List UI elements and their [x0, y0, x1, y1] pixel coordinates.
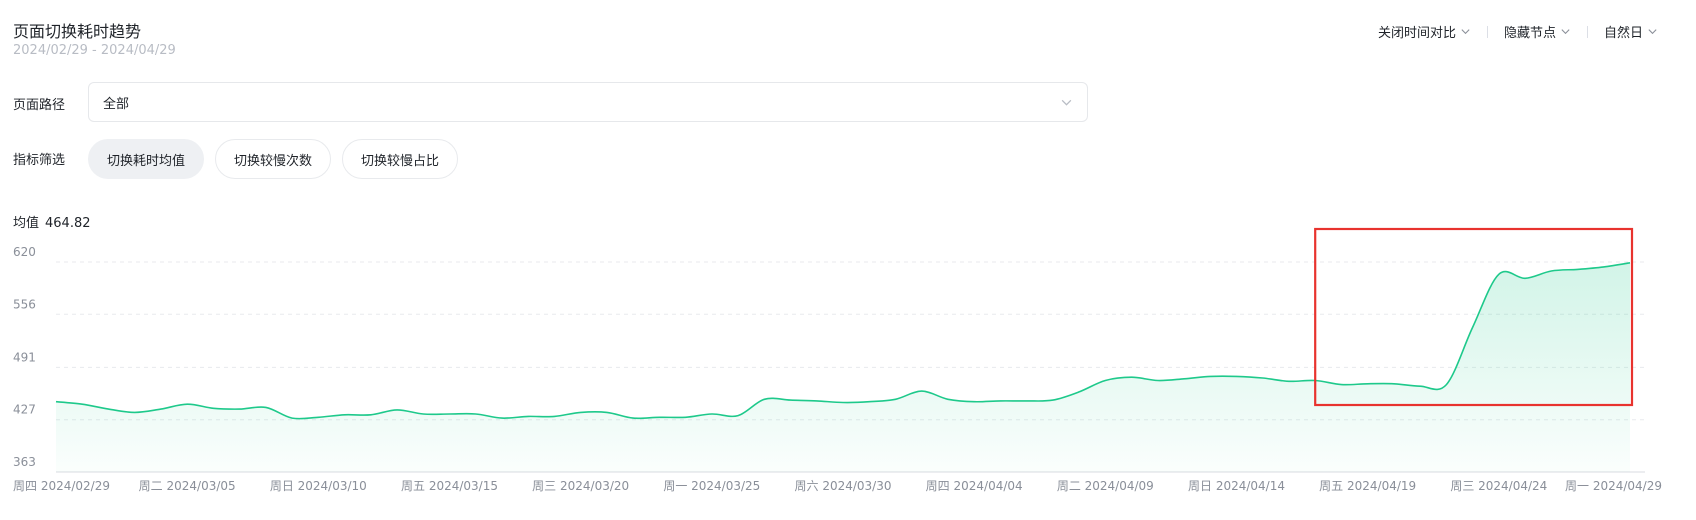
- x-tick-label: 周一 2024/03/25: [663, 479, 760, 493]
- x-tick-label: 周日 2024/03/10: [270, 479, 367, 493]
- x-tick-label: 周五 2024/03/15: [401, 479, 498, 493]
- x-tick-label: 周三 2024/03/20: [532, 479, 629, 493]
- x-tick-label: 周日 2024/04/14: [1188, 479, 1285, 493]
- x-tick-label: 周二 2024/03/05: [139, 479, 236, 493]
- y-tick-label: 363: [13, 455, 36, 469]
- y-tick-label: 427: [13, 403, 36, 417]
- x-tick-label: 周四 2024/02/29: [13, 479, 110, 493]
- x-tick-label: 周五 2024/04/19: [1319, 479, 1416, 493]
- x-tick-label: 周四 2024/04/04: [926, 479, 1023, 493]
- x-tick-label: 周三 2024/04/24: [1450, 479, 1547, 493]
- y-tick-label: 620: [13, 245, 36, 259]
- trend-chart: 620 556 491 427 363 周四 2024/02/29 周二 2024/03/…: [13, 227, 1662, 493]
- y-tick-label: 491: [13, 350, 36, 364]
- x-tick-label: 周六 2024/03/30: [795, 479, 892, 493]
- x-tick-label: 周二 2024/04/09: [1057, 479, 1154, 493]
- y-tick-label: 556: [13, 297, 36, 311]
- x-tick-label: 周一 2024/04/29: [1565, 479, 1662, 493]
